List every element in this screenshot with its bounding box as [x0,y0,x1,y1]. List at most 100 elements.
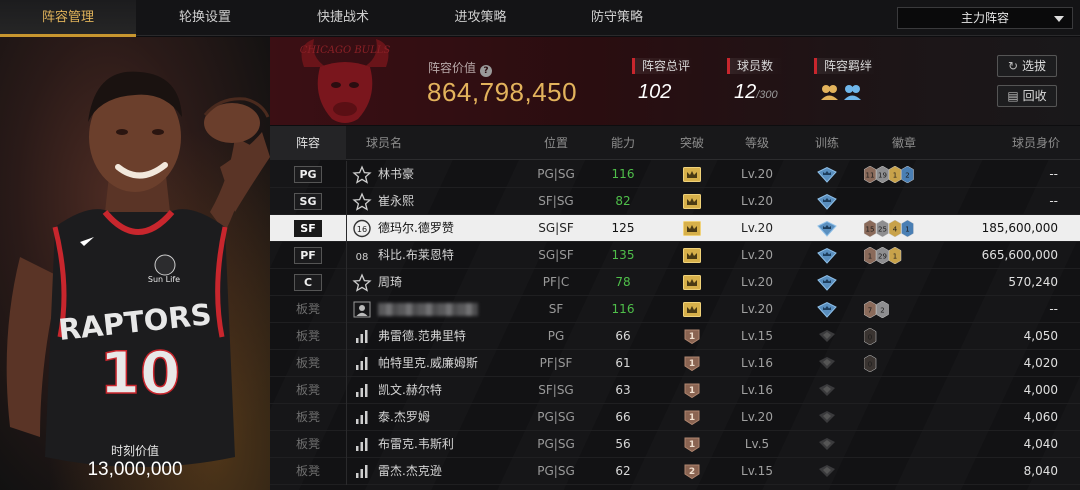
recycle-button[interactable]: ▤ 回收 [997,85,1057,107]
player-type-icon: 16 [352,219,372,238]
slot-bench-label: 板凳 [295,437,320,451]
breakthrough-cell[interactable]: 1 [683,437,701,453]
breakthrough-cell[interactable]: 1 [683,410,701,426]
player-name[interactable]: 周琦 [378,269,402,296]
player-count: 12/300 [734,81,778,104]
training-cell[interactable] [816,274,838,291]
training-shield-icon [817,301,837,318]
badges-icon: 15 25 4 1 [863,219,914,238]
training-cell[interactable] [816,409,838,426]
svg-text:2: 2 [880,307,884,315]
training-cell[interactable] [816,193,838,210]
table-row[interactable]: 板凳 凯文.赫尔特 SF|SG 63 1 Lv.16 4,000 [270,377,1080,404]
player-card[interactable]: RAPTORS 10 Sun Life 时刻价值 13,000,000 [0,37,270,490]
player-position: SF|SG [538,383,574,397]
table-row[interactable]: 板凳 帕特里克.威廉姆斯 PF|SF 61 1 Lv.16 0 4,020 [270,350,1080,377]
table-row[interactable]: 板凳 雷杰.杰克逊 PG|SG 62 2 Lv.15 8,040 [270,458,1080,485]
breakthrough-cell[interactable] [683,275,701,290]
training-cell[interactable] [816,301,838,318]
player-position: PF|C [542,275,570,289]
player-name[interactable]: 德玛尔.德罗赞 [378,215,454,242]
badges-cell[interactable]: 72 [863,300,890,319]
player-name[interactable]: 凯文.赫尔特 [378,377,442,404]
player-level: Lv.20 [741,302,773,316]
table-row[interactable]: 板凳 泰.杰罗姆 PG|SG 66 1 Lv.20 4,060 [270,404,1080,431]
tab-quick-tactics[interactable]: 快捷战术 [274,0,412,36]
tab-lineup-management[interactable]: 阵容管理 [0,0,136,37]
player-name[interactable]: 布雷克.韦斯利 [378,431,454,458]
player-name[interactable]: 帕特里克.威廉姆斯 [378,350,478,377]
crown-breakthrough-icon [683,275,701,290]
svg-text:25: 25 [878,226,887,234]
lineup-value-label: 阵容价值? [428,59,493,77]
slot-bench-label: 板凳 [295,410,320,424]
rank-breakthrough-icon: 1 [684,437,700,453]
breakthrough-cell[interactable] [683,302,701,317]
table-row[interactable]: SG 崔永熙 SF|SG 82 Lv.20 -- [270,188,1080,215]
breakthrough-cell[interactable]: 1 [683,329,701,345]
table-row[interactable]: PG 林书豪 PG|SG 116 Lv.20 11 19 1 2 -- [270,161,1080,188]
table-row[interactable]: 板凳 布雷克.韦斯利 PG|SG 56 1 Lv.5 4,040 [270,431,1080,458]
badges-cell[interactable]: 0 [863,354,878,373]
training-shield-icon [817,247,837,264]
table-row[interactable]: 板凳 SF 116 Lv.20 7 2 -- [270,296,1080,323]
badges-cell[interactable]: 1 29 1 [863,246,903,265]
breakthrough-cell[interactable]: 1 [683,356,701,372]
training-cell[interactable] [816,355,838,372]
training-cell[interactable] [816,436,838,453]
lineup-dropdown[interactable]: 主力阵容 [897,7,1073,29]
breakthrough-cell[interactable] [683,167,701,182]
svg-text:0: 0 [868,334,872,342]
overall-value: 102 [638,81,672,103]
slot-c-badge: C [294,274,322,291]
badges-cell[interactable]: 11 19 1 2 [863,165,915,184]
pick-button[interactable]: ↻ 选拔 [997,55,1057,77]
badges-cell[interactable]: 0 [863,327,878,346]
player-level: Lv.15 [741,464,773,478]
tab-rotation-settings[interactable]: 轮换设置 [136,0,274,36]
training-dim-icon [819,411,835,423]
training-cell[interactable] [816,166,838,183]
badges-cell[interactable]: 15 25 4 1 [863,219,915,238]
player-name[interactable]: 雷杰.杰克逊 [378,458,442,485]
bond-icons[interactable] [820,82,866,102]
player-name[interactable]: 崔永熙 [378,188,414,215]
header-breakthrough: 突破 [679,136,704,150]
player-type-icon [352,165,372,184]
player-level: Lv.16 [741,383,773,397]
player-level: Lv.15 [741,329,773,343]
column-divider [346,323,347,350]
player-worth: 4,040 [1023,437,1058,451]
training-cell[interactable] [816,463,838,480]
training-cell[interactable] [816,247,838,264]
tab-offense-strategy[interactable]: 进攻策略 [412,0,549,36]
player-name[interactable]: 泰.杰罗姆 [378,404,430,431]
breakthrough-cell[interactable] [683,194,701,209]
jersey-lettering: RAPTORS 10 Sun Life [57,275,213,408]
breakthrough-cell[interactable]: 1 [683,383,701,399]
training-dim-icon [819,330,835,342]
help-icon[interactable]: ? [480,65,493,77]
player-position: SG|SF [538,248,574,262]
breakthrough-cell[interactable] [683,248,701,263]
svg-text:0: 0 [868,361,872,369]
table-row[interactable]: SF 16 德玛尔.德罗赞 SG|SF 125 Lv.20 15 25 4 1 185,600,00… [270,215,1080,242]
training-cell[interactable] [816,328,838,345]
table-row[interactable]: PF 08 科比.布莱恩特 SG|SF 135 Lv.20 1 29 1 665,600,000 [270,242,1080,269]
tab-defense-strategy[interactable]: 防守策略 [549,0,685,36]
breakthrough-cell[interactable]: 2 [683,464,701,480]
player-name[interactable]: 科比.布莱恩特 [378,242,454,269]
player-worth: 185,600,000 [981,221,1058,235]
training-cell[interactable] [816,382,838,399]
training-cell[interactable] [816,220,838,237]
table-row[interactable]: 板凳 弗雷德.范弗里特 PG 66 1 Lv.15 0 4,050 [270,323,1080,350]
player-name[interactable]: 弗雷德.范弗里特 [378,323,466,350]
svg-text:15: 15 [866,226,875,234]
player-name[interactable]: 林书豪 [378,161,414,188]
table-row[interactable]: C 周琦 PF|C 78 Lv.20 570,240 [270,269,1080,296]
player-worth: -- [1049,167,1058,181]
bond-gold-icon [821,85,838,100]
breakthrough-cell[interactable] [683,221,701,236]
player-worth: 570,240 [1008,275,1058,289]
column-divider [346,269,347,296]
